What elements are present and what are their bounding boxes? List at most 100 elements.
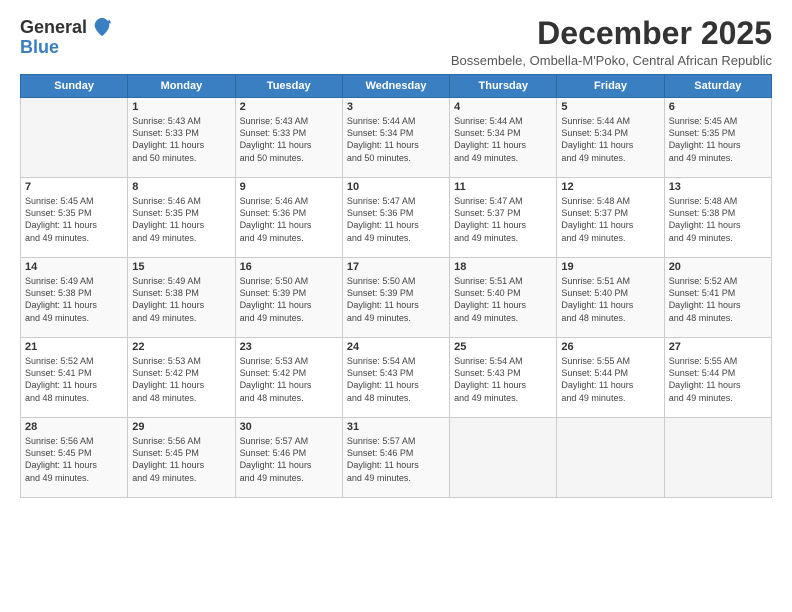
title-block: December 2025 Bossembele, Ombella-M'Poko… xyxy=(451,16,772,68)
calendar-cell: 6Sunrise: 5:45 AM Sunset: 5:35 PM Daylig… xyxy=(664,98,771,178)
day-number: 2 xyxy=(240,101,338,113)
day-number: 11 xyxy=(454,181,552,193)
calendar-cell xyxy=(664,418,771,498)
day-info: Sunrise: 5:48 AM Sunset: 5:37 PM Dayligh… xyxy=(561,195,659,244)
day-info: Sunrise: 5:47 AM Sunset: 5:36 PM Dayligh… xyxy=(347,195,445,244)
logo: General Blue xyxy=(20,16,113,56)
calendar-cell: 16Sunrise: 5:50 AM Sunset: 5:39 PM Dayli… xyxy=(235,258,342,338)
calendar-cell: 31Sunrise: 5:57 AM Sunset: 5:46 PM Dayli… xyxy=(342,418,449,498)
day-info: Sunrise: 5:47 AM Sunset: 5:37 PM Dayligh… xyxy=(454,195,552,244)
calendar-cell: 12 Sunrise: 5:48 AM Sunset: 5:37 PM Dayli… xyxy=(557,178,664,258)
day-number: 29 xyxy=(132,421,230,433)
day-number: 25 xyxy=(454,341,552,353)
logo-icon xyxy=(91,16,113,38)
week-row-1: 1 Sunrise: 5:43 AM Sunset: 5:33 PM Daylig… xyxy=(21,98,772,178)
day-number: 13 xyxy=(669,181,767,193)
day-info: Sunrise: 5:44 AM Sunset: 5:34 PM Dayligh… xyxy=(454,115,552,164)
calendar-cell: 18 Sunrise: 5:51 AM Sunset: 5:40 PM Dayli… xyxy=(450,258,557,338)
day-info: Sunrise: 5:43 AM Sunset: 5:33 PM Dayligh… xyxy=(240,115,338,164)
day-info: Sunrise: 5:55 AM Sunset: 5:44 PM Dayligh… xyxy=(669,355,767,404)
day-number: 17 xyxy=(347,261,445,273)
day-info: Sunrise: 5:55 AM Sunset: 5:44 PM Dayligh… xyxy=(561,355,659,404)
day-info: Sunrise: 5:51 AM Sunset: 5:40 PM Dayligh… xyxy=(454,275,552,324)
day-header-monday: Monday xyxy=(128,75,235,98)
day-info: Sunrise: 5:44 AM Sunset: 5:34 PM Dayligh… xyxy=(347,115,445,164)
calendar-cell: 15 Sunrise: 5:49 AM Sunset: 5:38 PM Dayli… xyxy=(128,258,235,338)
day-header-tuesday: Tuesday xyxy=(235,75,342,98)
calendar-cell: 8Sunrise: 5:46 AM Sunset: 5:35 PM Daylig… xyxy=(128,178,235,258)
calendar-cell: 9Sunrise: 5:46 AM Sunset: 5:36 PM Daylig… xyxy=(235,178,342,258)
day-number: 21 xyxy=(25,341,123,353)
calendar-cell: 1 Sunrise: 5:43 AM Sunset: 5:33 PM Daylig… xyxy=(128,98,235,178)
day-info: Sunrise: 5:45 AM Sunset: 5:35 PM Dayligh… xyxy=(25,195,123,244)
day-info: Sunrise: 5:56 AM Sunset: 5:45 PM Dayligh… xyxy=(25,435,123,484)
day-info: Sunrise: 5:44 AM Sunset: 5:34 PM Dayligh… xyxy=(561,115,659,164)
day-number: 1 xyxy=(132,101,230,113)
calendar-cell: 24 Sunrise: 5:54 AM Sunset: 5:43 PM Dayli… xyxy=(342,338,449,418)
logo-blue: Blue xyxy=(20,38,59,56)
day-info: Sunrise: 5:45 AM Sunset: 5:35 PM Dayligh… xyxy=(669,115,767,164)
day-info: Sunrise: 5:49 AM Sunset: 5:38 PM Dayligh… xyxy=(25,275,123,324)
calendar-cell: 3Sunrise: 5:44 AM Sunset: 5:34 PM Daylig… xyxy=(342,98,449,178)
day-info: Sunrise: 5:50 AM Sunset: 5:39 PM Dayligh… xyxy=(240,275,338,324)
day-header-thursday: Thursday xyxy=(450,75,557,98)
day-number: 28 xyxy=(25,421,123,433)
week-row-2: 7 Sunrise: 5:45 AM Sunset: 5:35 PM Daylig… xyxy=(21,178,772,258)
calendar-cell: 4 Sunrise: 5:44 AM Sunset: 5:34 PM Daylig… xyxy=(450,98,557,178)
location-subtitle: Bossembele, Ombella-M'Poko, Central Afri… xyxy=(451,53,772,68)
day-number: 4 xyxy=(454,101,552,113)
calendar-cell: 17 Sunrise: 5:50 AM Sunset: 5:39 PM Dayli… xyxy=(342,258,449,338)
day-info: Sunrise: 5:52 AM Sunset: 5:41 PM Dayligh… xyxy=(669,275,767,324)
day-number: 22 xyxy=(132,341,230,353)
day-number: 15 xyxy=(132,261,230,273)
days-header-row: SundayMondayTuesdayWednesdayThursdayFrid… xyxy=(21,75,772,98)
day-number: 24 xyxy=(347,341,445,353)
day-info: Sunrise: 5:49 AM Sunset: 5:38 PM Dayligh… xyxy=(132,275,230,324)
day-info: Sunrise: 5:43 AM Sunset: 5:33 PM Dayligh… xyxy=(132,115,230,164)
week-row-3: 14Sunrise: 5:49 AM Sunset: 5:38 PM Dayli… xyxy=(21,258,772,338)
page: General Blue December 2025 Bossembele, O… xyxy=(0,0,792,612)
day-info: Sunrise: 5:48 AM Sunset: 5:38 PM Dayligh… xyxy=(669,195,767,244)
calendar-cell: 28 Sunrise: 5:56 AM Sunset: 5:45 PM Dayli… xyxy=(21,418,128,498)
logo-general: General xyxy=(20,18,87,36)
day-info: Sunrise: 5:52 AM Sunset: 5:41 PM Dayligh… xyxy=(25,355,123,404)
day-number: 20 xyxy=(669,261,767,273)
day-info: Sunrise: 5:54 AM Sunset: 5:43 PM Dayligh… xyxy=(347,355,445,404)
day-info: Sunrise: 5:53 AM Sunset: 5:42 PM Dayligh… xyxy=(240,355,338,404)
calendar-cell: 29Sunrise: 5:56 AM Sunset: 5:45 PM Dayli… xyxy=(128,418,235,498)
day-info: Sunrise: 5:57 AM Sunset: 5:46 PM Dayligh… xyxy=(240,435,338,484)
calendar-cell: 27 Sunrise: 5:55 AM Sunset: 5:44 PM Dayli… xyxy=(664,338,771,418)
calendar-cell: 21 Sunrise: 5:52 AM Sunset: 5:41 PM Dayli… xyxy=(21,338,128,418)
calendar-cell: 13 Sunrise: 5:48 AM Sunset: 5:38 PM Dayli… xyxy=(664,178,771,258)
calendar-cell: 20 Sunrise: 5:52 AM Sunset: 5:41 PM Dayli… xyxy=(664,258,771,338)
calendar-cell xyxy=(21,98,128,178)
day-header-saturday: Saturday xyxy=(664,75,771,98)
day-number: 19 xyxy=(561,261,659,273)
calendar-cell: 5Sunrise: 5:44 AM Sunset: 5:34 PM Daylig… xyxy=(557,98,664,178)
month-title: December 2025 xyxy=(451,16,772,51)
day-info: Sunrise: 5:51 AM Sunset: 5:40 PM Dayligh… xyxy=(561,275,659,324)
calendar-cell: 19 Sunrise: 5:51 AM Sunset: 5:40 PM Dayli… xyxy=(557,258,664,338)
calendar-cell: 2 Sunrise: 5:43 AM Sunset: 5:33 PM Daylig… xyxy=(235,98,342,178)
day-number: 9 xyxy=(240,181,338,193)
day-header-wednesday: Wednesday xyxy=(342,75,449,98)
calendar-table: SundayMondayTuesdayWednesdayThursdayFrid… xyxy=(20,74,772,498)
calendar-cell: 23 Sunrise: 5:53 AM Sunset: 5:42 PM Dayli… xyxy=(235,338,342,418)
header: General Blue December 2025 Bossembele, O… xyxy=(20,16,772,68)
calendar-cell: 25Sunrise: 5:54 AM Sunset: 5:43 PM Dayli… xyxy=(450,338,557,418)
day-number: 7 xyxy=(25,181,123,193)
day-number: 31 xyxy=(347,421,445,433)
calendar-cell: 7 Sunrise: 5:45 AM Sunset: 5:35 PM Daylig… xyxy=(21,178,128,258)
day-header-friday: Friday xyxy=(557,75,664,98)
calendar-cell: 26Sunrise: 5:55 AM Sunset: 5:44 PM Dayli… xyxy=(557,338,664,418)
day-number: 18 xyxy=(454,261,552,273)
calendar-cell xyxy=(557,418,664,498)
week-row-5: 28 Sunrise: 5:56 AM Sunset: 5:45 PM Dayli… xyxy=(21,418,772,498)
day-number: 23 xyxy=(240,341,338,353)
calendar-cell: 11 Sunrise: 5:47 AM Sunset: 5:37 PM Dayli… xyxy=(450,178,557,258)
day-info: Sunrise: 5:53 AM Sunset: 5:42 PM Dayligh… xyxy=(132,355,230,404)
day-number: 27 xyxy=(669,341,767,353)
calendar-cell: 22 Sunrise: 5:53 AM Sunset: 5:42 PM Dayli… xyxy=(128,338,235,418)
day-info: Sunrise: 5:50 AM Sunset: 5:39 PM Dayligh… xyxy=(347,275,445,324)
day-number: 12 xyxy=(561,181,659,193)
